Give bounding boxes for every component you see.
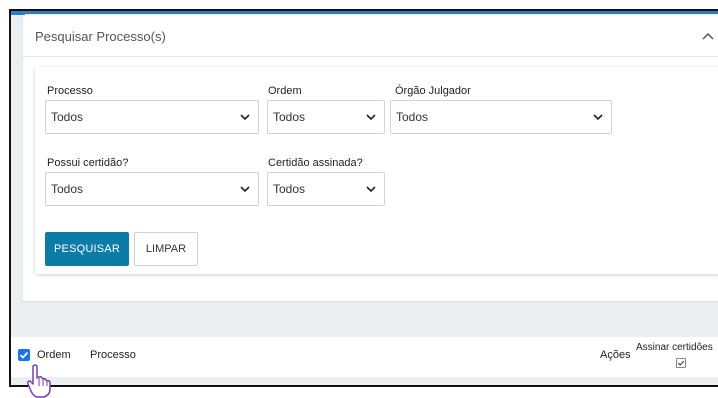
processo-label: Processo <box>47 85 93 97</box>
chevron-up-icon[interactable] <box>701 29 715 43</box>
top-accent-line <box>25 11 718 14</box>
column-header-processo[interactable]: Processo <box>90 349 136 361</box>
processo-select[interactable]: Todos <box>45 100 259 134</box>
chevron-down-icon <box>240 114 250 121</box>
certidao-assinada-label: Certidão assinada? <box>268 157 363 169</box>
column-header-acoes: Ações <box>600 349 631 361</box>
chevron-down-icon <box>366 114 376 121</box>
processo-select-value: Todos <box>51 110 84 124</box>
select-all-checkbox[interactable] <box>18 349 30 361</box>
chevron-down-icon <box>593 114 603 121</box>
checkmark-icon <box>19 351 29 359</box>
search-panel-header[interactable]: Pesquisar Processo(s) <box>23 15 718 57</box>
orgao-julgador-select-value: Todos <box>396 110 429 124</box>
search-form: Processo Todos Ordem Todos Órgão Julgado… <box>35 67 718 274</box>
panel-title: Pesquisar Processo(s) <box>35 29 166 44</box>
certidao-assinada-select-value: Todos <box>273 182 306 196</box>
hand-cursor-icon <box>27 364 51 398</box>
results-table-header: Ordem Processo Ações Assinar certidões <box>11 337 718 377</box>
column-header-assinar-certidoes: Assinar certidões <box>636 342 713 353</box>
possui-certidao-select[interactable]: Todos <box>45 172 259 206</box>
orgao-julgador-select[interactable]: Todos <box>390 100 612 134</box>
certidao-assinada-select[interactable]: Todos <box>267 172 385 206</box>
ordem-label: Ordem <box>268 85 302 97</box>
app-frame: Pesquisar Processo(s) Processo Todos Ord… <box>9 9 718 387</box>
chevron-down-icon <box>366 186 376 193</box>
possui-certidao-select-value: Todos <box>51 182 84 196</box>
limpar-button[interactable]: LIMPAR <box>134 232 198 266</box>
pesquisar-button[interactable]: PESQUISAR <box>45 232 129 266</box>
checkmark-icon <box>677 360 685 366</box>
ordem-select-value: Todos <box>273 110 306 124</box>
orgao-julgador-label: Órgão Julgador <box>395 85 471 97</box>
search-panel: Pesquisar Processo(s) Processo Todos Ord… <box>23 15 718 301</box>
possui-certidao-label: Possui certidão? <box>47 157 129 169</box>
assinar-all-checkbox[interactable] <box>676 358 686 368</box>
ordem-select[interactable]: Todos <box>267 100 385 134</box>
chevron-down-icon <box>240 186 250 193</box>
column-header-ordem[interactable]: Ordem <box>37 349 71 361</box>
